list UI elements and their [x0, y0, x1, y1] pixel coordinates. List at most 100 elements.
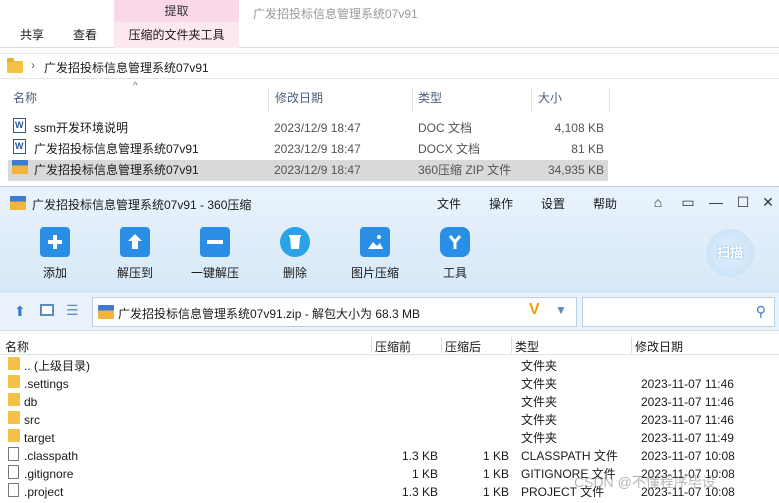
word-doc-icon: [13, 118, 26, 133]
close-button[interactable]: ✕: [758, 192, 778, 212]
col-before[interactable]: 压缩前: [375, 338, 411, 355]
col-after[interactable]: 压缩后: [445, 338, 481, 355]
zip-archive-icon: [98, 305, 114, 319]
row-name: .classpath: [24, 449, 79, 463]
column-divider[interactable]: [609, 88, 610, 112]
row-date: 2023-11-07 11:46: [641, 377, 734, 391]
column-date[interactable]: 修改日期: [275, 84, 323, 112]
menu-settings[interactable]: 设置: [541, 195, 565, 212]
folder-icon: [8, 393, 20, 406]
column-divider[interactable]: [441, 337, 442, 353]
column-divider[interactable]: [412, 88, 413, 112]
file-date: 2023/12/9 18:47: [274, 121, 361, 135]
add-button[interactable]: 添加: [19, 227, 91, 281]
file-list-header: ^ 名称 修改日期 类型 大小: [0, 81, 610, 112]
file-date: 2023/12/9 18:47: [274, 163, 361, 177]
col-date[interactable]: 修改日期: [635, 338, 683, 355]
column-divider[interactable]: [268, 88, 269, 112]
delete-icon: [280, 227, 310, 257]
column-name[interactable]: 名称: [13, 84, 37, 112]
column-divider[interactable]: [511, 337, 512, 353]
file-icon: [8, 465, 19, 479]
row-type: 文件夹: [521, 377, 558, 391]
row-before: 1.3 KB: [401, 449, 438, 463]
file-icon: [8, 447, 19, 461]
row-type: 文件夹: [521, 359, 558, 373]
menu-file[interactable]: 文件: [437, 195, 461, 212]
chevron-right-icon[interactable]: ›: [31, 58, 35, 72]
row-before: 1.3 KB: [401, 485, 438, 499]
zip-row[interactable]: .. (上级目录) 文件夹: [0, 357, 779, 375]
address-bar[interactable]: › 广发招投标信息管理系统07v91: [0, 53, 779, 79]
image-compress-button[interactable]: 图片压缩: [339, 227, 411, 281]
zip-window: 广发招投标信息管理系统07v91 - 360压缩 文件 操作 设置 帮助 ⌂ ▭…: [0, 186, 779, 503]
column-size[interactable]: 大小: [538, 84, 562, 112]
zip-row[interactable]: target 文件夹 2023-11-07 11:49: [0, 429, 779, 447]
search-icon[interactable]: ⚲: [756, 303, 766, 320]
path-input[interactable]: 广发招投标信息管理系统07v91.zip - 解包大小为 68.3 MB V ▼: [92, 297, 577, 327]
one-click-extract-button[interactable]: 一键解压: [179, 227, 251, 281]
feedback-icon[interactable]: ▭: [678, 192, 698, 212]
file-row[interactable]: ssm开发环境说明 2023/12/9 18:47 DOC 文档 4,108 K…: [8, 118, 608, 139]
minimize-button[interactable]: —: [706, 192, 726, 212]
explorer-ribbon: 提取 压缩的文件夹工具 广发招投标信息管理系统07v91 共享 查看: [0, 0, 779, 48]
tools-label: 工具: [442, 266, 467, 280]
row-before: 1 KB: [411, 467, 438, 481]
zip-row[interactable]: db 文件夹 2023-11-07 11:46: [0, 393, 779, 411]
col-name[interactable]: 名称: [5, 338, 29, 355]
maximize-button[interactable]: ☐: [733, 192, 753, 212]
window-title: 广发招投标信息管理系统07v91: [253, 7, 418, 21]
list-view-icon[interactable]: ☰: [66, 302, 79, 319]
row-date: 2023-11-07 11:49: [641, 431, 734, 445]
one-click-extract-label: 一键解压: [190, 266, 239, 280]
skin-icon[interactable]: ⌂: [648, 192, 668, 212]
zip-row[interactable]: .settings 文件夹 2023-11-07 11:46: [0, 375, 779, 393]
tools-button[interactable]: 工具: [419, 227, 491, 281]
scan-button[interactable]: 扫描: [706, 229, 754, 277]
file-name: 广发招投标信息管理系统07v91: [34, 163, 199, 177]
file-type: DOCX 文档: [418, 142, 481, 156]
menu-operate[interactable]: 操作: [489, 195, 513, 212]
row-date: 2023-11-07 11:46: [641, 395, 734, 409]
extract-to-button[interactable]: 解压到: [99, 227, 171, 281]
menu-help[interactable]: 帮助: [593, 195, 617, 212]
zip-window-title: 广发招投标信息管理系统07v91 - 360压缩: [32, 198, 252, 212]
col-type[interactable]: 类型: [515, 338, 539, 355]
zip-row[interactable]: .classpath 1.3 KB 1 KB CLASSPATH 文件 2023…: [0, 447, 779, 465]
tab-view[interactable]: 查看: [73, 22, 97, 48]
column-divider[interactable]: [631, 337, 632, 353]
zip-app-icon: [10, 196, 26, 210]
file-size: 81 KB: [571, 142, 604, 156]
column-divider[interactable]: [531, 88, 532, 112]
extract-to-icon: [120, 227, 150, 257]
path-bar: ⬆ ☰ 广发招投标信息管理系统07v91.zip - 解包大小为 68.3 MB…: [0, 293, 779, 331]
folder-icon: [8, 429, 20, 442]
breadcrumb[interactable]: 广发招投标信息管理系统07v91: [44, 59, 209, 76]
file-row-selected[interactable]: 广发招投标信息管理系统07v91 2023/12/9 18:47 360压缩 Z…: [8, 160, 608, 181]
v-badge-icon[interactable]: V: [529, 301, 540, 319]
file-type: 360压缩 ZIP 文件: [418, 163, 512, 177]
sort-up-icon: ^: [133, 81, 138, 92]
tab-compressed-folder-tools[interactable]: 压缩的文件夹工具: [114, 22, 239, 48]
delete-button[interactable]: 删除: [259, 227, 331, 281]
column-divider[interactable]: [371, 337, 372, 353]
delete-label: 删除: [282, 266, 307, 280]
column-type[interactable]: 类型: [418, 84, 442, 112]
up-arrow-icon[interactable]: ⬆: [14, 303, 26, 320]
file-size: 34,935 KB: [547, 163, 604, 177]
extract-to-label: 解压到: [116, 266, 153, 280]
zip-row[interactable]: src 文件夹 2023-11-07 11:46: [0, 411, 779, 429]
tab-share[interactable]: 共享: [20, 22, 44, 48]
tools-icon: [440, 227, 470, 257]
zip-list-header: 名称 压缩前 压缩后 类型 修改日期: [0, 335, 779, 355]
dropdown-arrow-icon[interactable]: ▼: [555, 303, 567, 317]
row-name: db: [24, 395, 38, 409]
watermark: CSDN @不懂程序毕设: [574, 474, 716, 490]
file-date: 2023/12/9 18:47: [274, 142, 361, 156]
file-row[interactable]: 广发招投标信息管理系统07v91 2023/12/9 18:47 DOCX 文档…: [8, 139, 608, 160]
add-icon: [40, 227, 70, 257]
path-text: 广发招投标信息管理系统07v91.zip - 解包大小为 68.3 MB: [118, 307, 421, 321]
search-input[interactable]: ⚲: [582, 297, 775, 327]
row-type: 文件夹: [521, 395, 558, 409]
thumbnail-view-icon[interactable]: [40, 304, 54, 316]
